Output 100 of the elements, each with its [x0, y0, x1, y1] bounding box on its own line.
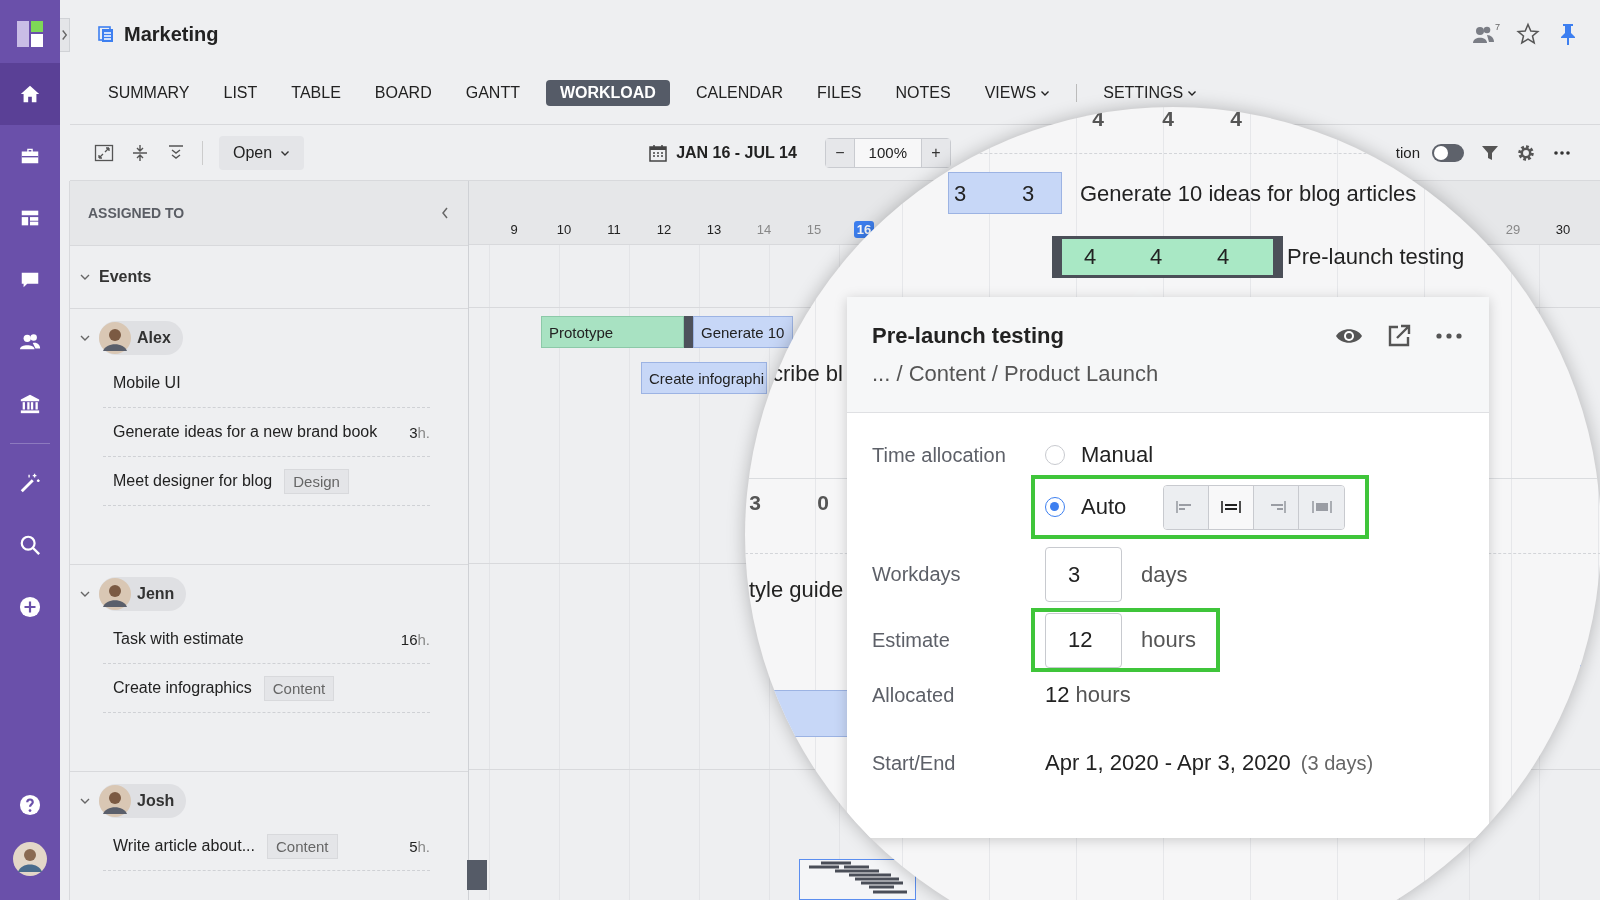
expand-icon[interactable] [94, 142, 114, 163]
zoom-out-button[interactable]: − [825, 138, 854, 167]
person-chip[interactable]: Alex [99, 321, 183, 355]
unit-label: days [1141, 561, 1188, 588]
task-title[interactable]: Generate ideas for a new brand book [113, 423, 378, 441]
unit-label: hours [1141, 627, 1197, 653]
bank-icon [19, 393, 41, 415]
task-tag: Design [284, 468, 349, 494]
field-label: Workdays [872, 563, 962, 586]
logo-icon[interactable] [17, 21, 43, 47]
home-icon [19, 83, 41, 105]
task-bar[interactable]: 4 4 4 [1052, 236, 1283, 278]
day-label: 30 [1554, 221, 1572, 238]
task-bar[interactable]: Create infographi [641, 362, 767, 394]
popup-title: Pre-launch testing [872, 323, 1064, 349]
day-label: 12 [655, 221, 673, 238]
task-bar-label: Generate 10 ideas for blog articles [1080, 181, 1417, 207]
add-icon [19, 596, 41, 618]
day-label: 13 [705, 221, 723, 238]
align-fill-icon [1309, 499, 1334, 515]
task-bar[interactable]: Prototype [541, 316, 684, 348]
field-label: Time allocation [872, 443, 1007, 467]
distribution-button[interactable] [1209, 485, 1254, 529]
expand-tab[interactable] [60, 18, 70, 52]
scroll-handle[interactable] [467, 860, 487, 890]
radio-label[interactable]: Auto [1081, 494, 1163, 520]
toggle-label: tion [1395, 144, 1420, 161]
duration-note: (3 days) [1300, 751, 1374, 775]
day-label: 11 [606, 221, 622, 238]
user-avatar[interactable] [13, 842, 47, 876]
task-estimate: 3h. [409, 423, 430, 441]
field-label: Estimate [872, 628, 951, 652]
members-button[interactable]: 7 [1464, 22, 1500, 46]
zoom-in-button[interactable]: + [921, 138, 950, 167]
toggle-switch[interactable] [1432, 143, 1464, 162]
column-header: ASSIGNED TO [88, 205, 185, 221]
caret-icon [1187, 88, 1198, 98]
view-tab[interactable]: SUMMARY [100, 80, 198, 106]
view-tab[interactable]: BOARD [366, 80, 440, 106]
collapse-icon[interactable] [130, 142, 150, 163]
person-chip[interactable]: Josh [99, 784, 187, 818]
view-tab[interactable]: FILES [809, 80, 870, 106]
workload-number: 3 [748, 491, 762, 515]
view-tab[interactable]: SETTINGS [1095, 80, 1206, 106]
day-label: 10 [555, 221, 573, 238]
sidebar-item[interactable] [0, 63, 60, 125]
task-title[interactable]: Task with estimate [113, 630, 244, 648]
calendar-icon[interactable] [648, 142, 669, 163]
task-tag: Content [267, 833, 338, 859]
avatar [99, 785, 131, 817]
view-tab[interactable]: TABLE [283, 80, 349, 106]
bar-handle[interactable] [684, 316, 693, 348]
task-bar[interactable]: 3 3 [948, 172, 1062, 214]
date-range[interactable]: JAN 16 - JUL 14 [676, 143, 797, 162]
task-tag: Content [263, 675, 335, 701]
task-title[interactable]: Meet designer for blog [113, 472, 273, 490]
date-range-value: Apr 1, 2020 - Apr 3, 2020 [1045, 750, 1291, 776]
estimate-input[interactable]: 12 [1045, 612, 1122, 668]
star-icon[interactable] [1516, 22, 1540, 46]
field-label: Start/End [872, 751, 957, 775]
collapse-panel-icon[interactable] [440, 205, 450, 221]
radio-button[interactable] [1045, 497, 1065, 517]
workload-number: 4 [1229, 107, 1243, 131]
task-title[interactable]: Mobile UI [113, 374, 181, 392]
view-tab[interactable]: VIEWS [976, 80, 1059, 106]
help-icon [19, 794, 41, 816]
open-dropdown[interactable]: Open [219, 135, 305, 170]
view-tab[interactable]: LIST [215, 80, 266, 106]
task-estimate: 16h. [400, 630, 430, 648]
avatar [99, 578, 131, 610]
search-icon [19, 534, 41, 556]
day-label: 9 [509, 221, 519, 238]
project-title: Marketing [124, 22, 219, 46]
align-center-icon [1219, 499, 1243, 515]
task-bar-label: Pre-launch testing [1287, 244, 1465, 270]
document-icon [98, 26, 114, 42]
task-estimate: 5h. [409, 837, 430, 855]
task-title[interactable]: Write article about... [113, 837, 255, 855]
workdays-input[interactable]: 3 [1045, 547, 1122, 602]
task-bar[interactable]: Generate 10 [693, 316, 793, 348]
day-label: 29 [1504, 221, 1522, 238]
minimap[interactable] [799, 859, 916, 900]
field-label: Allocated [872, 683, 956, 707]
radio-button[interactable] [1045, 445, 1065, 465]
view-tab[interactable]: NOTES [887, 80, 959, 106]
group-label: Events [99, 268, 152, 286]
view-tab[interactable]: WORKLOAD [545, 80, 670, 106]
task-title[interactable]: Create infographics [113, 679, 252, 697]
workload-number: 0 [816, 491, 830, 515]
view-tab[interactable]: CALENDAR [687, 80, 792, 106]
magic-wand-icon [19, 472, 41, 494]
settings-icon[interactable] [1516, 142, 1536, 163]
task-bar-label: tyle guide [749, 577, 844, 603]
caret-icon [1040, 88, 1051, 98]
workload-number: 4 [1161, 107, 1175, 131]
view-tab[interactable]: GANTT [457, 80, 528, 106]
radio-label[interactable]: Manual [1081, 442, 1154, 468]
person-chip[interactable]: Jenn [99, 577, 187, 611]
allocated-value: 12 hours [1045, 682, 1131, 708]
breadcrumb[interactable]: ... / Content / Product Launch [872, 361, 1159, 387]
